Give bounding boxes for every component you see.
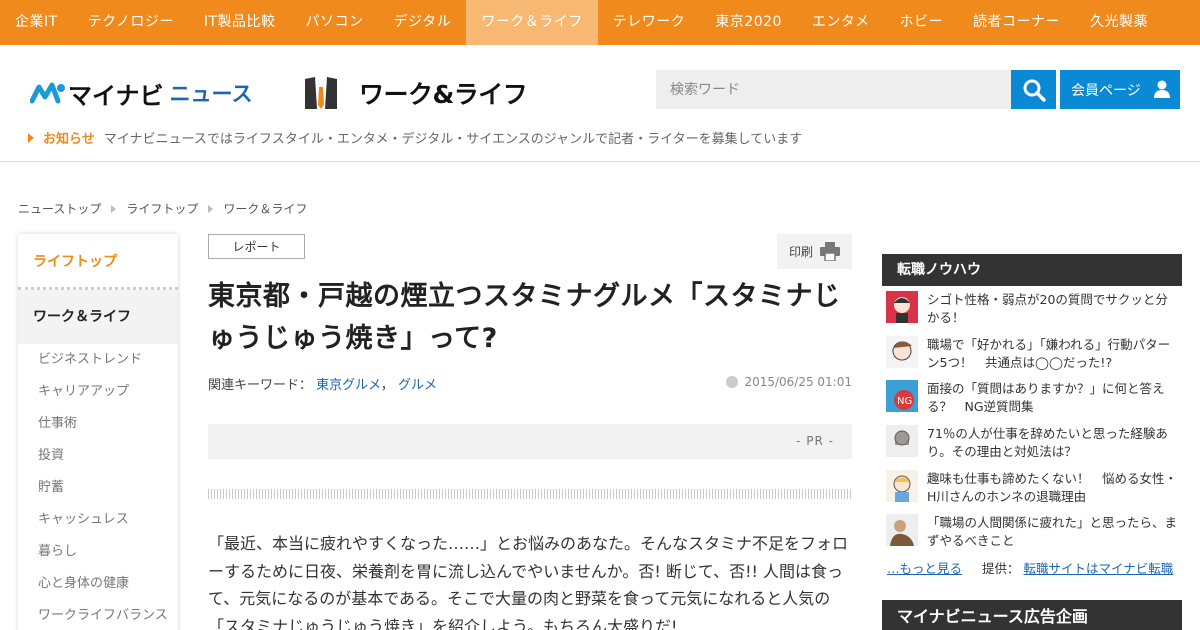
section-title: ワーク&ライフ: [359, 80, 528, 109]
notice-message[interactable]: マイナビニュースではライフスタイル・エンタメ・デジタル・サイエンスのジャンルで記…: [104, 128, 803, 147]
nav-item-hisamitsu[interactable]: 久光製薬: [1075, 0, 1163, 45]
job-article-link: 面接の「質問はありますか？」に何と答える？ NG逆質問集: [927, 381, 1165, 415]
svg-text:NG: NG: [897, 396, 912, 407]
thumbnail-image: [886, 514, 918, 547]
list-item[interactable]: シゴト性格・弱点が20の質問でサクッと分かる！: [882, 286, 1182, 331]
logo-text: マイナビ: [68, 81, 164, 110]
sidebar-item-living[interactable]: 暮らし: [18, 536, 178, 568]
publish-date: 2015/06/25 01:01: [726, 375, 852, 389]
printer-icon: [820, 242, 840, 261]
related-keywords: 関連キーワード： 東京グルメ， グルメ: [208, 378, 437, 393]
right-sidebar: 転職ノウハウ シゴト性格・弱点が20の質問でサクッと分かる！ 職場で「好かれる」…: [882, 254, 1182, 582]
ad-feature-heading: マイナビニュース広告企画: [882, 600, 1182, 630]
sidebar-item-business-trend[interactable]: ビジネストレンド: [18, 344, 178, 376]
nav-item-tokyo2020[interactable]: 東京2020: [700, 0, 797, 45]
logo-news-text: ニュース: [169, 82, 253, 106]
member-page-label: 会員ページ: [1071, 82, 1141, 99]
thumbnail-image: [886, 335, 918, 368]
nav-item-telework[interactable]: テレワーク: [598, 0, 701, 45]
nav-item-hobby[interactable]: ホビー: [885, 0, 959, 45]
print-label: 印刷: [789, 245, 814, 259]
job-article-link: 71％の人が仕事を辞めたいと思った経験あり。その理由と対処法は？: [927, 426, 1168, 460]
notice-bar: お知らせ マイナビニュースではライフスタイル・エンタメ・デジタル・サイエンスのジ…: [28, 128, 802, 147]
sidebar-item-work-life-balance[interactable]: ワークライフバランス: [18, 600, 178, 630]
breadcrumb-arrow-icon: [111, 204, 117, 213]
list-item[interactable]: 職場で「好かれる」「嫌われる」行動パターン5つ！ 共通点は◯◯だった!?: [882, 331, 1182, 376]
sidebar-item-work-skills[interactable]: 仕事術: [18, 408, 178, 440]
thumbnail-image: NG: [886, 380, 918, 413]
thumbnail-image: [886, 291, 918, 323]
member-page-button[interactable]: 会員ページ: [1060, 70, 1180, 109]
list-item[interactable]: 趣味も仕事も諦めたくない！ 悩める女性・H川さんのホンネの退職理由: [882, 465, 1182, 510]
mynavi-logo-icon: [30, 82, 65, 104]
sidebar-item-investment[interactable]: 投資: [18, 440, 178, 472]
notice-arrow-icon: [28, 132, 34, 143]
breadcrumb-arrow-icon: [208, 204, 214, 213]
pr-box: - PR -: [208, 424, 852, 459]
nav-item-reader-corner[interactable]: 読者コーナー: [958, 0, 1075, 45]
top-nav: 企業IT テクノロジー IT製品比較 パソコン デジタル ワーク＆ライフ テレワ…: [0, 0, 1200, 45]
nav-item-pc[interactable]: パソコン: [291, 0, 379, 45]
nav-item-work-life[interactable]: ワーク＆ライフ: [466, 0, 598, 45]
section-logo[interactable]: ワーク&ライフ: [303, 75, 528, 111]
clock-icon: [726, 376, 739, 388]
breadcrumb-item[interactable]: ワーク＆ライフ: [223, 200, 307, 217]
job-article-link: 趣味も仕事も諦めたくない！ 悩める女性・H川さんのホンネの退職理由: [927, 470, 1178, 504]
suit-icon: [305, 77, 337, 109]
nav-item-enterprise-it[interactable]: 企業IT: [0, 0, 73, 45]
list-item[interactable]: NG 面接の「質問はありますか？」に何と答える？ NG逆質問集: [882, 375, 1182, 420]
search-input[interactable]: [656, 70, 1011, 109]
keywords-label: 関連キーワード：: [208, 378, 313, 393]
print-button[interactable]: 印刷: [777, 234, 852, 269]
sidebar-life-top[interactable]: ライフトップ: [18, 234, 178, 290]
more-row: …もっと見る 提供： 転職サイトはマイナビ転職: [882, 554, 1182, 582]
nav-item-technology[interactable]: テクノロジー: [73, 0, 189, 45]
list-item[interactable]: 71％の人が仕事を辞めたいと思った経験あり。その理由と対処法は？: [882, 420, 1182, 465]
job-article-link: 「職場の人間関係に疲れた」と思ったら、まずやるべきこと: [927, 515, 1178, 549]
provider-link[interactable]: 転職サイトはマイナビ転職: [1024, 561, 1174, 576]
sidebar-current-category[interactable]: ワーク＆ライフ: [18, 290, 178, 344]
job-article-link: 職場で「好かれる」「嫌われる」行動パターン5つ！ 共通点は◯◯だった!?: [927, 336, 1171, 370]
thumbnail-image: [886, 469, 918, 502]
article-tag[interactable]: レポート: [208, 234, 305, 259]
sidebar-item-health[interactable]: 心と身体の健康: [18, 568, 178, 600]
more-link[interactable]: …もっと見る: [887, 558, 962, 577]
nav-item-entertainment[interactable]: エンタメ: [797, 0, 885, 45]
breadcrumb-item[interactable]: ライフトップ: [126, 200, 198, 217]
search-button[interactable]: [1011, 70, 1056, 109]
site-header: マイナビ ニュース ワーク&ライフ 会員ページ お知らせ マイナビニュースではラ…: [0, 45, 1200, 162]
thumbnail-image: [886, 425, 918, 458]
left-sidebar: ライフトップ ワーク＆ライフ ビジネストレンド キャリアアップ 仕事術 投資 貯…: [18, 234, 178, 630]
breadcrumb: ニューストップ ライフトップ ワーク＆ライフ: [18, 200, 307, 217]
provider-label: 提供：: [982, 561, 1020, 577]
breadcrumb-item[interactable]: ニューストップ: [18, 200, 101, 217]
sidebar-item-career-up[interactable]: キャリアアップ: [18, 376, 178, 408]
article-title: 東京都・戸越の煙立つスタミナグルメ「スタミナじゅうじゅう焼き」って?: [208, 281, 841, 354]
list-item[interactable]: 「職場の人間関係に疲れた」と思ったら、まずやるべきこと: [882, 509, 1182, 554]
person-icon: [1154, 80, 1170, 98]
site-logo[interactable]: マイナビ ニュース: [30, 75, 252, 111]
search-icon: [1023, 79, 1046, 102]
job-knowhow-heading: 転職ノウハウ: [882, 254, 1182, 286]
notice-label: お知らせ: [43, 132, 95, 147]
sidebar-item-savings[interactable]: 貯蓄: [18, 472, 178, 504]
nav-item-it-product-compare[interactable]: IT製品比較: [189, 0, 291, 45]
date-text: 2015/06/25 01:01: [744, 375, 852, 389]
keyword-link[interactable]: 東京グルメ: [316, 378, 381, 393]
divider-stripe: [208, 489, 852, 499]
keyword-link[interactable]: グルメ: [398, 378, 437, 393]
nav-item-digital[interactable]: デジタル: [379, 0, 467, 45]
article-body: 「最近、本当に疲れやすくなった……」とお悩みのあなた。そんなスタミナ不足をフォロ…: [208, 534, 849, 630]
sidebar-item-cashless[interactable]: キャッシュレス: [18, 504, 178, 536]
provider: 提供： 転職サイトはマイナビ転職: [982, 558, 1173, 577]
job-article-link: シゴト性格・弱点が20の質問でサクッと分かる！: [927, 292, 1168, 325]
